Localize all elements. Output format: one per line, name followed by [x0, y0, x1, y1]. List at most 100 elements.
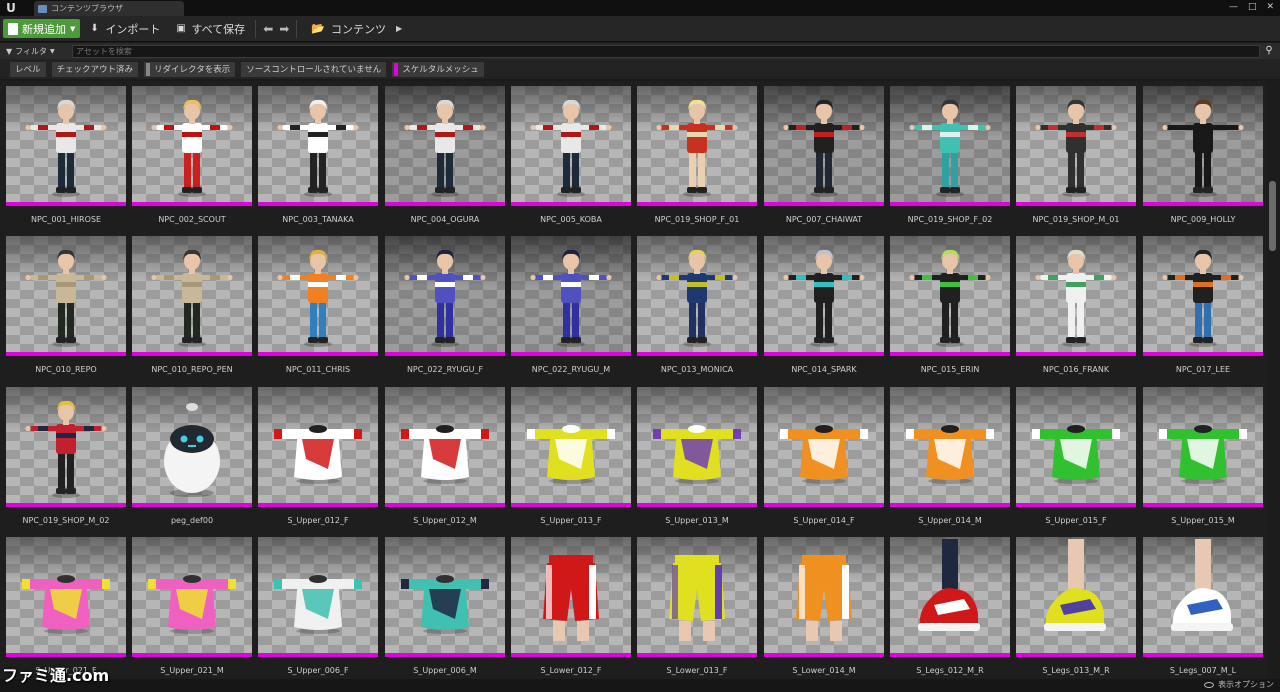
filter-icon: ▼: [6, 46, 13, 56]
asset-tile[interactable]: S_Legs_007_M_L: [1143, 537, 1263, 675]
path-breadcrumb[interactable]: コンテンツ: [331, 21, 386, 37]
asset-tile[interactable]: S_Lower_014_M: [764, 537, 884, 675]
asset-type-bar: [1016, 352, 1136, 356]
asset-tile[interactable]: NPC_022_RYUGU_M: [511, 236, 631, 374]
asset-tile[interactable]: S_Upper_013_F: [511, 387, 631, 525]
asset-tile[interactable]: NPC_003_TANAKA: [258, 86, 378, 224]
asset-tile[interactable]: NPC_011_CHRIS: [258, 236, 378, 374]
asset-tile[interactable]: NPC_009_HOLLY: [1143, 86, 1263, 224]
asset-tile[interactable]: S_Lower_013_F: [637, 537, 757, 675]
filter-chip[interactable]: スケルタルメッシュ: [392, 61, 484, 77]
asset-type-bar: [1016, 202, 1136, 206]
asset-name: S_Upper_015_F: [1045, 516, 1107, 525]
asset-tile[interactable]: S_Upper_012_M: [385, 387, 505, 525]
asset-tile[interactable]: NPC_005_KOBA: [511, 86, 631, 224]
asset-type-bar: [637, 352, 757, 356]
asset-tile[interactable]: NPC_010_REPO_PEN: [132, 236, 252, 374]
asset-tile[interactable]: NPC_019_SHOP_F_01: [637, 86, 757, 224]
filter-chip[interactable]: リダイレクタを表示: [144, 61, 236, 77]
import-button[interactable]: ⬇ インポート: [84, 19, 166, 38]
asset-tile[interactable]: S_Upper_006_F: [258, 537, 378, 675]
shirt-preview-icon: [258, 539, 378, 657]
asset-tile[interactable]: NPC_013_MONICA: [637, 236, 757, 374]
asset-name: NPC_019_SHOP_F_01: [654, 215, 740, 224]
asset-tile[interactable]: NPC_010_REPO: [6, 236, 126, 374]
asset-tile[interactable]: NPC_017_LEE: [1143, 236, 1263, 374]
asset-tile[interactable]: S_Upper_012_F: [258, 387, 378, 525]
asset-type-bar: [6, 503, 126, 507]
asset-name: NPC_017_LEE: [1175, 365, 1231, 374]
asset-tile[interactable]: NPC_001_HIROSE: [6, 86, 126, 224]
asset-tile[interactable]: S_Legs_013_M_R: [1016, 537, 1136, 675]
asset-tile[interactable]: NPC_014_SPARK: [764, 236, 884, 374]
filter-chip[interactable]: レベル: [10, 61, 46, 77]
asset-tile[interactable]: S_Upper_014_F: [764, 387, 884, 525]
view-options-button[interactable]: 表示オプション: [1204, 679, 1274, 690]
asset-thumbnail: [385, 537, 505, 657]
toolbar-divider: [296, 19, 298, 38]
asset-tile[interactable]: NPC_019_SHOP_M_01: [1016, 86, 1136, 224]
asset-tile[interactable]: peg_def00: [132, 387, 252, 525]
asset-tile[interactable]: S_Upper_015_M: [1143, 387, 1263, 525]
asset-tile[interactable]: NPC_007_CHAIWAT: [764, 86, 884, 224]
maximize-button[interactable]: □: [1248, 2, 1257, 12]
asset-thumbnail: [764, 236, 884, 356]
asset-type-bar: [1143, 503, 1263, 507]
back-arrow-icon[interactable]: ⬅: [263, 22, 273, 36]
chip-label: スケルタルメッシュ: [402, 65, 479, 75]
asset-name: NPC_011_CHRIS: [285, 365, 351, 374]
person-preview-icon: [764, 88, 884, 206]
asset-type-bar: [385, 352, 505, 356]
asset-name: NPC_009_HOLLY: [1170, 215, 1236, 224]
asset-name: NPC_010_REPO: [35, 365, 97, 374]
search-icon[interactable]: ⚲: [1262, 44, 1276, 58]
asset-tile[interactable]: NPC_019_SHOP_F_02: [890, 86, 1010, 224]
asset-thumbnail: [1143, 86, 1263, 206]
close-button[interactable]: ✕: [1266, 2, 1274, 12]
asset-tile[interactable]: NPC_022_RYUGU_F: [385, 236, 505, 374]
scrollbar[interactable]: [1266, 81, 1280, 679]
filter-button[interactable]: ▼ フィルタ ▼: [0, 46, 72, 57]
asset-name: S_Upper_015_M: [1171, 516, 1235, 525]
asset-name: NPC_003_TANAKA: [282, 215, 354, 224]
folder-icon[interactable]: 📂: [311, 22, 325, 35]
person-preview-icon: [511, 88, 631, 206]
scrollbar-thumb[interactable]: [1269, 181, 1276, 251]
add-new-button[interactable]: 新規追加 ▼: [3, 19, 81, 38]
filter-chip[interactable]: ソースコントロールされていません: [241, 61, 387, 77]
asset-tile[interactable]: NPC_019_SHOP_M_02: [6, 387, 126, 525]
asset-name: NPC_004_OGURA: [410, 215, 480, 224]
minimize-button[interactable]: —: [1229, 2, 1238, 12]
asset-tile[interactable]: NPC_004_OGURA: [385, 86, 505, 224]
asset-tile[interactable]: S_Upper_021_F: [6, 537, 126, 675]
asset-thumbnail: [132, 387, 252, 507]
asset-name: NPC_016_FRANK: [1042, 365, 1110, 374]
tab-content-browser[interactable]: コンテンツブラウザ: [34, 1, 184, 16]
asset-tile[interactable]: S_Upper_015_F: [1016, 387, 1136, 525]
asset-thumbnail: [385, 387, 505, 507]
asset-thumbnail: [385, 86, 505, 206]
asset-tile[interactable]: S_Upper_021_M: [132, 537, 252, 675]
asset-tile[interactable]: S_Lower_012_F: [511, 537, 631, 675]
asset-tile[interactable]: S_Upper_006_M: [385, 537, 505, 675]
person-preview-icon: [637, 88, 757, 206]
path-chevron-icon[interactable]: ▶: [396, 24, 402, 33]
save-all-button[interactable]: ▣ すべて保存: [170, 19, 251, 38]
asset-type-bar: [1016, 503, 1136, 507]
asset-tile[interactable]: S_Upper_013_M: [637, 387, 757, 525]
person-preview-icon: [385, 88, 505, 206]
asset-tile[interactable]: NPC_002_SCOUT: [132, 86, 252, 224]
asset-tile[interactable]: NPC_015_ERIN: [890, 236, 1010, 374]
asset-tile[interactable]: NPC_016_FRANK: [1016, 236, 1136, 374]
asset-tile[interactable]: S_Legs_012_M_R: [890, 537, 1010, 675]
asset-tile[interactable]: S_Upper_014_M: [890, 387, 1010, 525]
asset-search-input[interactable]: [72, 44, 1260, 58]
unreal-logo-icon: U: [6, 1, 16, 15]
asset-type-bar: [385, 653, 505, 657]
asset-name: NPC_022_RYUGU_F: [406, 365, 484, 374]
asset-type-bar: [132, 352, 252, 356]
filter-chip[interactable]: チェックアウト済み: [51, 61, 139, 77]
asset-name: NPC_005_KOBA: [540, 215, 602, 224]
forward-arrow-icon[interactable]: ➡: [279, 22, 289, 36]
save-all-label: すべて保存: [191, 22, 246, 36]
